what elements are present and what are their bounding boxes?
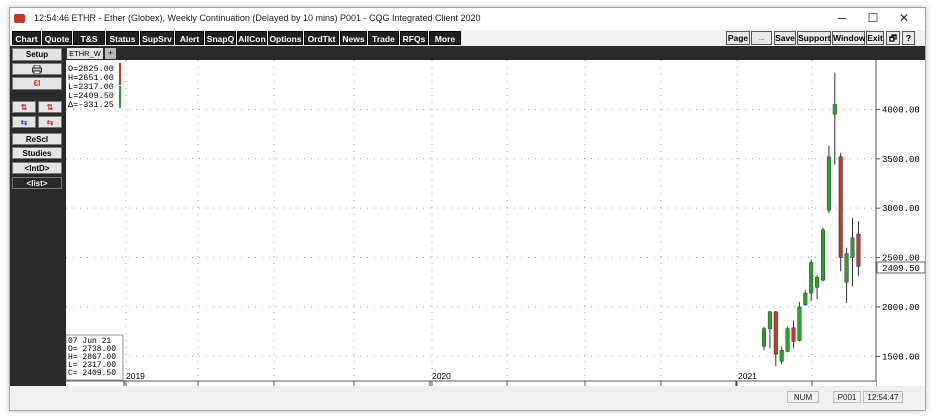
- tb-quote-button[interactable]: Quote: [42, 31, 72, 45]
- y-tick-label: 2000.00: [882, 303, 920, 313]
- tb-chart-button[interactable]: Chart: [12, 31, 41, 45]
- tb-supsrv-button[interactable]: SupSrv: [140, 31, 174, 45]
- candle-up: [815, 277, 820, 288]
- rescale-button[interactable]: ReScl: [12, 133, 62, 145]
- candle-up: [767, 311, 772, 329]
- tb-options-button[interactable]: Options: [268, 31, 303, 45]
- candle-down: [856, 233, 861, 267]
- price-chart[interactable]: 1500.002000.002500.003000.003500.004000.…: [66, 60, 925, 396]
- page-arrow-button[interactable]: →: [751, 31, 772, 45]
- status-bar: NUM P001 12:54:47: [10, 386, 925, 410]
- y-tick-label: 4000.00: [882, 105, 920, 115]
- scroll-right-icon[interactable]: ⇆: [38, 116, 62, 128]
- help-button[interactable]: ?: [902, 31, 915, 45]
- candle-down: [791, 327, 796, 342]
- main-toolbar: Chart Quote T&S Status SupSrv Alert Snap…: [10, 30, 925, 46]
- tb-news-button[interactable]: News: [340, 31, 367, 45]
- window-title: 12:54:46 ETHR - Ether (Globex), Weekly C…: [34, 13, 481, 23]
- candle-up: [832, 104, 837, 115]
- setup-button[interactable]: Setup: [12, 48, 62, 61]
- save-button[interactable]: Save: [774, 31, 796, 45]
- restore-icon[interactable]: 🗗: [886, 31, 900, 45]
- zoom-out-icon[interactable]: ⇅: [38, 101, 62, 113]
- chart-type-icon[interactable]: €I: [12, 77, 62, 90]
- list-button[interactable]: <list>: [12, 177, 62, 189]
- candle-up: [779, 350, 784, 362]
- candle-up: [785, 328, 790, 352]
- last-price-label: 2409.50: [882, 264, 920, 274]
- page-indicator: P001: [833, 391, 861, 403]
- close-button[interactable]: ✕: [890, 11, 918, 27]
- ohlc-change: Δ=-331.25: [68, 100, 114, 110]
- interval-button[interactable]: <IntD>: [12, 162, 62, 174]
- tb-rfqs-button[interactable]: RFQs: [400, 31, 428, 45]
- support-button[interactable]: Support: [797, 31, 831, 45]
- app-window: 12:54:46 ETHR - Ether (Globex), Weekly C…: [9, 7, 926, 411]
- clock: 12:54:47: [863, 391, 903, 403]
- candle-up: [844, 253, 849, 283]
- add-tab-button[interactable]: +: [105, 48, 116, 59]
- candle-up: [850, 237, 855, 258]
- cqg-app-icon: [14, 14, 25, 23]
- tb-alert-button[interactable]: Alert: [175, 31, 204, 45]
- studies-button[interactable]: Studies: [12, 147, 62, 159]
- last-price-marker: 2409.50: [876, 261, 925, 274]
- ohlc-readout: O=2825.00 H=2651.00 L=2317.00 L=2409.50 …: [68, 63, 121, 110]
- y-tick-label: 3000.00: [882, 204, 920, 214]
- candle-up: [826, 156, 831, 211]
- scroll-left-icon[interactable]: ⇆: [12, 116, 36, 128]
- title-bar: 12:54:46 ETHR - Ether (Globex), Weekly C…: [10, 8, 925, 30]
- y-tick-label: 3500.00: [882, 155, 920, 165]
- chart-tab-strip: ETHR_W +: [66, 46, 925, 60]
- candle-up: [821, 229, 826, 281]
- page-button[interactable]: Page: [726, 31, 750, 45]
- y-tick-label: 1500.00: [882, 352, 920, 362]
- tb-snapq-button[interactable]: SnapQ: [205, 31, 236, 45]
- print-icon[interactable]: [12, 63, 62, 75]
- chart-background: [66, 60, 925, 396]
- candle-down: [838, 156, 843, 258]
- tb-ordtkt-button[interactable]: OrdTkt: [304, 31, 339, 45]
- year-label: 2021: [738, 371, 757, 381]
- candle-up: [809, 262, 814, 294]
- tb-trade-button[interactable]: Trade: [368, 31, 399, 45]
- tb-allcon-button[interactable]: AllCon: [237, 31, 267, 45]
- window-button[interactable]: Window: [832, 31, 866, 45]
- minimize-button[interactable]: ─: [828, 11, 856, 27]
- tb-more-button[interactable]: More: [429, 31, 461, 45]
- tb-status-button[interactable]: Status: [106, 31, 139, 45]
- maximize-button[interactable]: ☐: [859, 11, 887, 27]
- year-label: 2019: [126, 371, 145, 381]
- zoom-in-icon[interactable]: ⇅: [12, 101, 36, 113]
- year-label: 2020: [432, 371, 451, 381]
- candle-up: [797, 306, 802, 341]
- candle-up: [803, 292, 808, 306]
- cursor-close: C= 2409.50: [68, 369, 116, 378]
- tab-ethr-w[interactable]: ETHR_W: [67, 48, 103, 59]
- side-panel: Setup €I ⇅ ⇅ ⇆ ⇆ ReScl Studies <IntD> <l…: [10, 46, 66, 386]
- candle-down: [773, 311, 778, 355]
- candle-up: [762, 328, 767, 347]
- cursor-readout: 07 Jun 21 O= 2738.00 H= 2867.00 L= 2317.…: [66, 334, 124, 381]
- exit-button[interactable]: Exit: [866, 31, 884, 45]
- tb-ts-button[interactable]: T&S: [73, 31, 105, 45]
- num-lock-indicator: NUM: [787, 391, 819, 403]
